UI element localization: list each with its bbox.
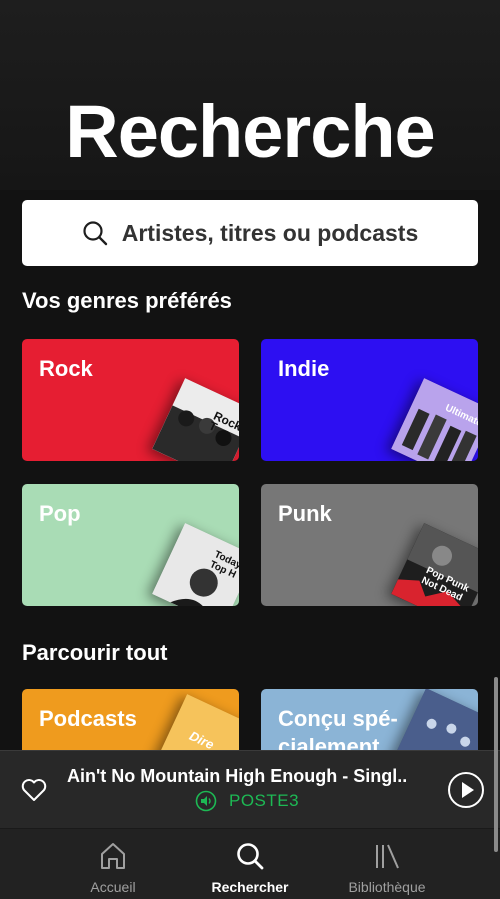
browse-label: Conçu spé-cialement xyxy=(278,706,398,750)
search-input[interactable]: Artistes, titres ou podcasts xyxy=(22,200,478,266)
genre-label: Indie xyxy=(278,356,330,381)
tab-bar: Accueil Rechercher Bibliothèque xyxy=(0,828,500,899)
tab-label: Accueil xyxy=(90,879,136,895)
search-placeholder: Artistes, titres ou podcasts xyxy=(121,219,419,246)
mini-player[interactable] xyxy=(0,750,500,828)
connected-device[interactable]: POSTE3 xyxy=(195,790,299,812)
heart-icon[interactable] xyxy=(21,778,47,802)
genre-tile-punk[interactable]: Punk Pop Punk Not Dead xyxy=(261,484,478,606)
library-icon xyxy=(376,844,399,869)
playlist-cover: Pop Punk Not Dead xyxy=(391,523,478,606)
page-title: Recherche xyxy=(65,90,435,173)
playlist-cover: Ultimate I xyxy=(391,378,478,461)
genre-label: Pop xyxy=(39,501,81,526)
tab-search[interactable]: Rechercher xyxy=(170,829,330,899)
genre-tile-pop[interactable]: Pop Today's Top H xyxy=(22,484,239,606)
genre-tile-rock[interactable]: Rock Rock T xyxy=(22,339,239,461)
browse-tile-made-for-you[interactable]: Conçu spé-cialement xyxy=(261,689,478,750)
playlist-cover: Rock T xyxy=(152,378,239,461)
section-title-favorites: Vos genres préférés xyxy=(22,288,232,313)
search-icon xyxy=(237,843,264,870)
genre-label: Rock xyxy=(39,356,93,381)
genre-tile-indie[interactable]: Indie Ultimate I xyxy=(261,339,478,461)
browse-tile-podcasts[interactable]: Podcasts Dire xyxy=(22,689,239,750)
play-icon[interactable] xyxy=(447,771,485,809)
tab-label: Bibliothèque xyxy=(348,879,426,895)
section-title-browse: Parcourir tout xyxy=(22,640,168,665)
home-icon xyxy=(101,843,125,869)
tab-label: Rechercher xyxy=(211,879,289,895)
browse-label: Podcasts xyxy=(39,706,137,731)
device-name: POSTE3 xyxy=(229,791,300,810)
playlist-cover: Today's Top H xyxy=(152,523,239,606)
speaker-icon xyxy=(195,790,217,812)
scrollbar[interactable] xyxy=(494,677,498,852)
cover-title: Dire xyxy=(187,728,217,750)
search-icon xyxy=(83,221,107,246)
header: Recherche xyxy=(0,0,500,190)
tab-home[interactable]: Accueil xyxy=(33,829,193,899)
tab-library[interactable]: Bibliothèque xyxy=(307,829,467,899)
genre-label: Punk xyxy=(278,501,332,526)
track-title[interactable]: Ain't No Mountain High Enough - Singl.. xyxy=(67,766,407,787)
